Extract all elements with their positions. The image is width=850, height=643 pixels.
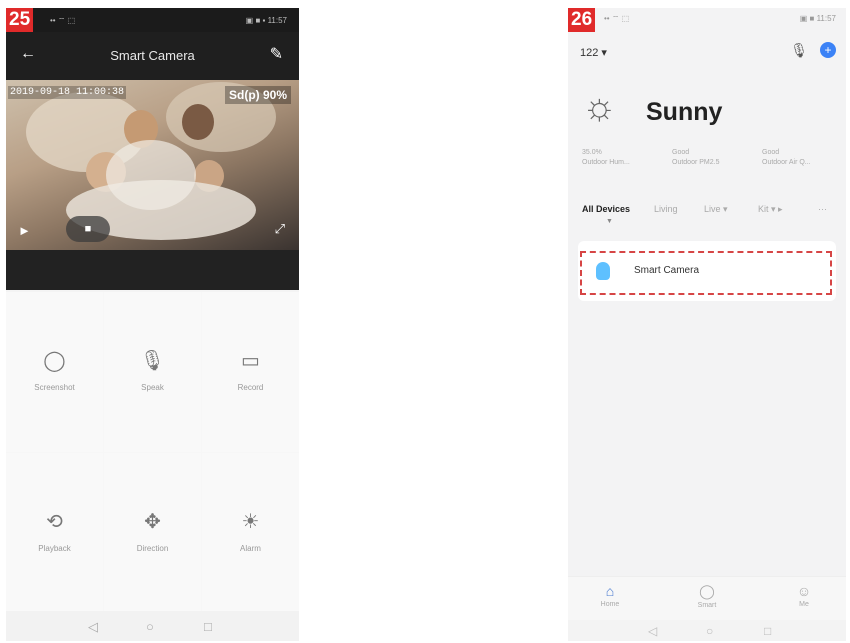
android-nav-bar: ◁ ○ □ — [6, 611, 299, 641]
weather-stat: Good Outdoor Air Q... — [762, 148, 811, 168]
tab-smart[interactable]: ◯ Smart — [677, 583, 737, 609]
nav-back-icon[interactable]: ◁ — [88, 619, 98, 635]
microphone-icon: 🎙 — [139, 350, 166, 372]
status-right: ▣ ■ ▪ 11:57 — [245, 16, 287, 25]
nav-home-icon[interactable]: ○ — [146, 619, 154, 634]
direction-button[interactable]: ✥ Direction — [104, 453, 201, 613]
tab-room[interactable]: Live ▾ — [704, 204, 728, 215]
android-nav-bar: ◁ ○ □ — [568, 620, 846, 641]
direction-icon: ✥ — [144, 511, 161, 533]
tab-label: Smart — [697, 602, 717, 609]
record-button[interactable]: ▭ Record — [202, 292, 299, 452]
highlight-box — [580, 251, 832, 295]
tab-room[interactable]: Kit ▾ ▸ — [758, 204, 783, 215]
control-label: Speak — [141, 383, 164, 392]
camera-icon: ◯ — [43, 350, 66, 372]
control-label: Alarm — [240, 544, 261, 553]
video-camera-icon[interactable]: ► — [18, 223, 31, 238]
tab-home[interactable]: ⌂ Home — [580, 583, 640, 608]
stat-value: 35.0% — [582, 149, 602, 156]
tab-indicator-icon: ▼ — [606, 218, 613, 225]
tab-all-devices[interactable]: All Devices — [582, 204, 630, 214]
control-label: Playback — [38, 544, 71, 553]
control-label: Record — [237, 383, 264, 392]
tab-label: Me — [799, 601, 809, 608]
step-number-badge: 26 — [568, 8, 596, 32]
microphone-icon[interactable]: 🎙 — [790, 42, 808, 59]
status-right: ▣ ■ 11:57 — [799, 14, 836, 23]
camera-live-view[interactable]: 2019-09-18 11:00:38 Sd(p) 90% ► ■ ⤢ — [6, 80, 299, 250]
step-number-badge: 25 — [6, 8, 34, 32]
smart-camera-screen: •• ⌔ ⬚ ▣ ■ ▪ 11:57 ← Smart Camera ✎ 2019… — [6, 8, 299, 641]
tab-label: Home — [600, 601, 620, 608]
edit-pencil-icon[interactable]: ✎ — [270, 44, 283, 64]
status-bar: •• ⌔ ⬚ ▣ ■ 11:57 — [568, 8, 846, 30]
mute-toggle-button[interactable]: ■ — [66, 216, 110, 242]
video-timestamp: 2019-09-18 11:00:38 — [8, 86, 127, 99]
playback-button[interactable]: ⟲ Playback — [6, 453, 103, 613]
nav-recent-icon[interactable]: □ — [204, 619, 212, 634]
tab-me[interactable]: ☺ Me — [774, 583, 834, 608]
nav-back-icon[interactable]: ◁ — [648, 624, 657, 638]
smart-icon: ◯ — [699, 583, 715, 599]
nav-home-icon[interactable]: ○ — [706, 624, 713, 638]
screenshot-button[interactable]: ◯ Screenshot — [6, 292, 103, 452]
home-screen: •• ⌔ ⬚ ▣ ■ 11:57 122 ▾ 🎙 + ☼ Sunny 35.0%… — [568, 8, 846, 641]
video-quality-indicator[interactable]: Sd(p) 90% — [224, 86, 291, 104]
page-title: Smart Camera — [110, 48, 195, 63]
alarm-button[interactable]: ☀ Alarm — [202, 453, 299, 613]
home-selector[interactable]: 122 ▾ — [580, 46, 607, 59]
control-label: Screenshot — [34, 383, 75, 392]
device-card[interactable]: Smart Camera — [578, 241, 836, 301]
status-left: •• ⌔ ⬚ — [50, 16, 76, 25]
more-tabs-icon[interactable]: ··· — [818, 204, 827, 214]
camera-controls-grid: ◯ Screenshot 🎙 Speak ▭ Record ⟲ Playback… — [6, 292, 299, 613]
app-bar: ← Smart Camera ✎ — [6, 32, 299, 80]
status-left: •• ⌔ ⬚ — [604, 14, 630, 23]
weather-condition: Sunny — [646, 98, 723, 126]
stat-label: Outdoor Air Q... — [762, 159, 811, 166]
playback-icon: ⟲ — [46, 511, 63, 533]
status-bar: •• ⌔ ⬚ ▣ ■ ▪ 11:57 — [6, 8, 299, 32]
bottom-tab-bar: ⌂ Home ◯ Smart ☺ Me — [568, 576, 846, 621]
tab-room[interactable]: Living — [654, 204, 678, 214]
stat-label: Outdoor PM2.5 — [672, 159, 720, 166]
weather-stat: Good Outdoor PM2.5 — [672, 148, 719, 168]
nav-recent-icon[interactable]: □ — [764, 624, 771, 638]
add-device-icon[interactable]: + — [820, 42, 836, 58]
stat-value: Good — [672, 149, 690, 156]
stat-label: Outdoor Hum... — [582, 159, 630, 166]
video-bottom-bar — [6, 250, 299, 290]
stat-value: Good — [762, 149, 780, 156]
sun-icon: ☼ — [582, 86, 617, 128]
camera-device-icon — [596, 262, 610, 280]
alarm-icon: ☀ — [241, 511, 260, 533]
control-label: Direction — [136, 544, 169, 553]
fullscreen-icon[interactable]: ⤢ — [275, 221, 285, 237]
weather-stat: 35.0% Outdoor Hum... — [582, 148, 630, 168]
me-icon: ☺ — [796, 583, 812, 599]
record-icon: ▭ — [241, 350, 260, 372]
device-name: Smart Camera — [634, 265, 700, 276]
speak-button[interactable]: 🎙 Speak — [104, 292, 201, 452]
home-icon: ⌂ — [605, 583, 615, 599]
